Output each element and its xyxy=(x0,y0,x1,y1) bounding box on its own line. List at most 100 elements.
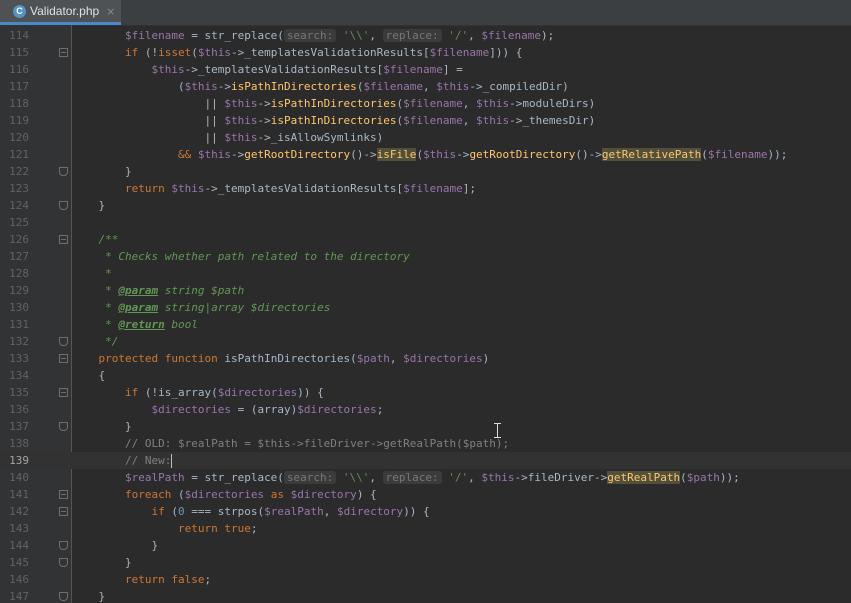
fold-end-icon[interactable] xyxy=(59,337,68,346)
code-token: )) { xyxy=(403,505,430,518)
code-line[interactable]: 142 if (0 === strpos($realPath, $directo… xyxy=(0,503,851,520)
code-line[interactable]: 128 * xyxy=(0,265,851,282)
code-line[interactable]: 116 $this->_templatesValidationResults[$… xyxy=(0,61,851,78)
code-token: { xyxy=(72,369,106,382)
code-line[interactable]: 136 $directories = (array)$directories; xyxy=(0,401,851,418)
line-number: 127 xyxy=(9,250,29,263)
line-number: 139 xyxy=(9,454,29,467)
fold-collapse-icon[interactable] xyxy=(59,354,68,363)
file-tab[interactable]: C Validator.php × xyxy=(0,0,121,25)
code-line[interactable]: 132 */ xyxy=(0,333,851,350)
code-line[interactable]: 123 return $this->_templatesValidationRe… xyxy=(0,180,851,197)
code-text: } xyxy=(72,197,105,214)
code-line[interactable]: 135 if (!is_array($directories)) { xyxy=(0,384,851,401)
code-token: ->_templatesValidationResults[ xyxy=(204,182,404,195)
code-line[interactable]: 120 || $this->_isAllowSymlinks) xyxy=(0,129,851,146)
code-text: return false; xyxy=(72,571,211,588)
code-line[interactable]: 118 || $this->isPathInDirectories($filen… xyxy=(0,95,851,112)
code-line[interactable]: 127 * Checks whether path related to the… xyxy=(0,248,851,265)
code-line[interactable]: 138 // OLD: $realPath = $this->fileDrive… xyxy=(0,435,851,452)
code-line[interactable]: 125 xyxy=(0,214,851,231)
code-token: isPathInDirectories( xyxy=(217,352,357,365)
code-token: isset xyxy=(158,46,192,59)
code-line[interactable]: 141 foreach ($directories as $directory)… xyxy=(0,486,851,503)
parameter-hint: search: xyxy=(283,471,337,484)
code-token: '\\' xyxy=(342,29,370,42)
line-number: 130 xyxy=(9,301,29,314)
code-token: $filename xyxy=(707,148,768,161)
code-token: ( xyxy=(171,488,185,501)
code-token: return xyxy=(124,573,165,586)
code-line[interactable]: 117 ($this->isPathInDirectories($filenam… xyxy=(0,78,851,95)
close-tab-icon[interactable]: × xyxy=(106,5,115,18)
code-line[interactable]: 146 return false; xyxy=(0,571,851,588)
code-token: ; xyxy=(204,573,212,586)
fold-collapse-icon[interactable] xyxy=(59,235,68,244)
code-line[interactable]: 122 } xyxy=(0,163,851,180)
code-line[interactable]: 114 $filename = str_replace(search: '\\'… xyxy=(0,27,851,44)
fold-end-icon[interactable] xyxy=(59,541,68,550)
fold-collapse-icon[interactable] xyxy=(59,48,68,57)
code-line[interactable]: 147 } xyxy=(0,588,851,603)
code-line[interactable]: 129 * @param string $path xyxy=(0,282,851,299)
line-number: 145 xyxy=(9,556,29,569)
code-token: * xyxy=(105,267,112,280)
code-token: ()-> xyxy=(575,148,602,161)
code-text: || $this->isPathInDirectories($filename,… xyxy=(72,95,595,112)
code-line[interactable]: 143 return true; xyxy=(0,520,851,537)
code-line[interactable]: 137 } xyxy=(0,418,851,435)
line-number: 135 xyxy=(9,386,29,399)
fold-end-icon[interactable] xyxy=(59,422,68,431)
code-token: getRelativePath xyxy=(601,148,702,161)
code-line[interactable]: 124 } xyxy=(0,197,851,214)
code-line[interactable]: 121 && $this->getRootDirectory()->isFile… xyxy=(0,146,851,163)
fold-collapse-icon[interactable] xyxy=(59,388,68,397)
code-line[interactable]: 131 * @return bool xyxy=(0,316,851,333)
code-token: if xyxy=(124,46,139,59)
code-token: )); xyxy=(767,148,788,161)
line-number: 129 xyxy=(9,284,29,297)
code-token: $this xyxy=(423,148,457,161)
fold-end-icon[interactable] xyxy=(59,167,68,176)
code-text: $realPath = str_replace(search: '\\', re… xyxy=(72,469,740,486)
code-line[interactable]: 119 || $this->isPathInDirectories($filen… xyxy=(0,112,851,129)
code-token: , xyxy=(462,114,477,127)
code-token: ; xyxy=(250,522,258,535)
code-token: } xyxy=(72,420,132,433)
code-token: isPathInDirectories xyxy=(230,80,357,93)
code-token: false xyxy=(171,573,205,586)
code-line[interactable]: 144 } xyxy=(0,537,851,554)
code-token: return xyxy=(124,182,165,195)
code-token: ] = xyxy=(442,63,463,76)
fold-collapse-icon[interactable] xyxy=(59,507,68,516)
code-token: $this xyxy=(171,182,205,195)
caret xyxy=(171,454,173,468)
code-token: @return xyxy=(118,318,165,331)
code-line[interactable]: 126 /** xyxy=(0,231,851,248)
code-line[interactable]: 134 { xyxy=(0,367,851,384)
fold-end-icon[interactable] xyxy=(59,592,68,601)
code-token: '\\' xyxy=(342,471,370,484)
code-line[interactable]: 115 if (!isset($this->_templatesValidati… xyxy=(0,44,851,61)
code-line[interactable]: 140 $realPath = str_replace(search: '\\'… xyxy=(0,469,851,486)
code-token: ->_isAllowSymlinks) xyxy=(257,131,384,144)
code-line[interactable]: 139 // New: xyxy=(0,452,851,469)
fold-end-icon[interactable] xyxy=(59,201,68,210)
code-token: '/' xyxy=(448,29,469,42)
code-line[interactable]: 145 } xyxy=(0,554,851,571)
code-line[interactable]: 133 protected function isPathInDirectori… xyxy=(0,350,851,367)
code-token: || xyxy=(72,114,225,127)
code-editor[interactable]: 114 $filename = str_replace(search: '\\'… xyxy=(0,25,851,603)
code-line[interactable]: 130 * @param string|array $directories xyxy=(0,299,851,316)
fold-collapse-icon[interactable] xyxy=(59,490,68,499)
fold-end-icon[interactable] xyxy=(59,558,68,567)
